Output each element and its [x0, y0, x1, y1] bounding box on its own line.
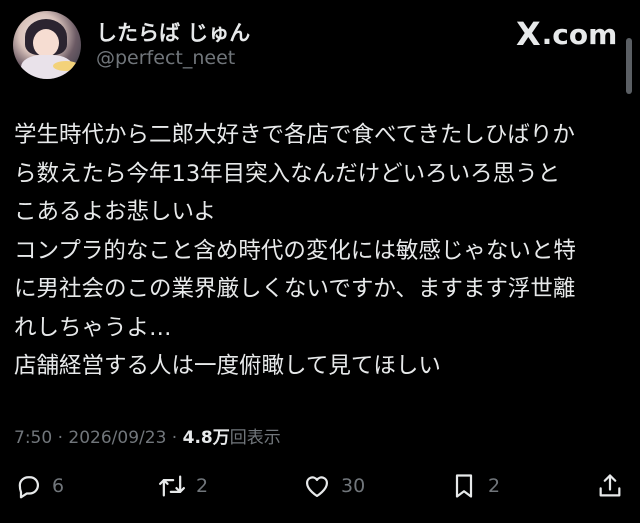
- tweet-date[interactable]: 2026/09/23: [68, 428, 166, 448]
- tweet-line: コンプラ的なこと含め時代の変化には敏感じゃないと特: [14, 237, 576, 264]
- bookmark-icon: [455, 474, 473, 498]
- tweet-meta: 7:50 · 2026/09/23 · 4.8万回表示: [14, 423, 281, 448]
- meta-separator: ·: [52, 428, 69, 448]
- bookmark-count: 2: [488, 475, 501, 497]
- meta-separator: ·: [166, 428, 183, 448]
- views-label: 回表示: [229, 428, 281, 448]
- x-com-logo: X .com: [516, 15, 617, 53]
- like-button[interactable]: 30: [303, 466, 365, 506]
- tweet-text: 学生時代から二郎大好きで各店で食べてきたしひばりか ら数えたら今年13年目突入な…: [14, 116, 624, 386]
- views-count: 4.8万: [182, 428, 230, 448]
- action-bar: 6 2 30 2: [0, 466, 640, 506]
- retweet-icon: [158, 475, 186, 497]
- tweet-line: に男社会のこの業界厳しくないですか、ますます浮世離: [14, 276, 576, 302]
- tweet-line: ら数えたら今年13年目突入なんだけどいろいろ思うと: [14, 160, 561, 187]
- tweet-line: こあるよお悲しいよ: [14, 199, 217, 225]
- author-handle[interactable]: @perfect_neet: [96, 47, 235, 69]
- heart-icon: [305, 476, 329, 498]
- logo-text: .com: [541, 17, 618, 51]
- x-logo-icon: X: [516, 15, 541, 53]
- reply-count: 6: [52, 475, 65, 497]
- tweet-time[interactable]: 7:50: [14, 428, 52, 448]
- retweet-count: 2: [196, 475, 209, 497]
- author-avatar[interactable]: [13, 11, 81, 79]
- share-icon: [599, 474, 621, 497]
- reply-icon: [18, 476, 40, 499]
- scrollbar[interactable]: [626, 38, 632, 94]
- like-count: 30: [341, 475, 366, 497]
- tweet-line: れしちゃうよ…: [14, 314, 172, 341]
- tweet-line: 学生時代から二郎大好きで各店で食べてきたしひばりか: [14, 122, 575, 148]
- tweet-line: 店舗経営する人は一度俯瞰して見てほしい: [14, 353, 441, 379]
- author-display-name[interactable]: したらば じゅん: [96, 17, 250, 47]
- reply-button[interactable]: 6: [14, 466, 64, 506]
- share-button[interactable]: [596, 466, 624, 506]
- bookmark-button[interactable]: 2: [450, 466, 500, 506]
- retweet-button[interactable]: 2: [158, 466, 208, 506]
